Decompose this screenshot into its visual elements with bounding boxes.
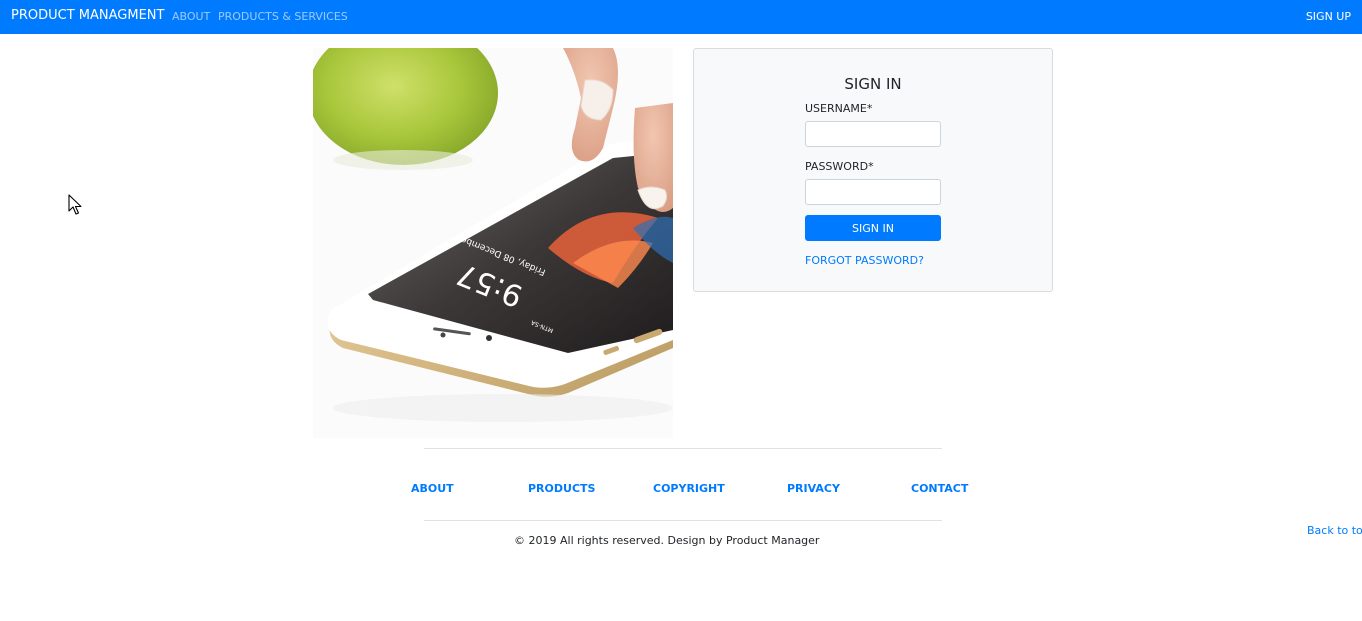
hero-image: 9:57 Friday, 08 December MTN-SA	[313, 48, 673, 438]
back-to-top-link[interactable]: Back to top	[1307, 524, 1362, 537]
footer-products-link[interactable]: PRODUCTS	[528, 482, 595, 495]
mouse-cursor-icon	[68, 194, 82, 215]
footer-divider-bottom	[424, 520, 942, 521]
username-input[interactable]	[805, 121, 941, 147]
phone-illustration: 9:57 Friday, 08 December MTN-SA	[313, 48, 673, 438]
password-input[interactable]	[805, 179, 941, 205]
footer-divider-top	[424, 448, 942, 449]
top-navbar: PRODUCT MANAGMENT ABOUT PRODUCTS & SERVI…	[0, 0, 1362, 34]
password-label: PASSWORD*	[805, 160, 874, 173]
signin-title: SIGN IN	[844, 75, 902, 93]
footer-contact-link[interactable]: CONTACT	[911, 482, 968, 495]
nav-products-services-link[interactable]: PRODUCTS & SERVICES	[218, 10, 348, 23]
footer-privacy-link[interactable]: PRIVACY	[787, 482, 840, 495]
brand-link[interactable]: PRODUCT MANAGMENT	[11, 8, 164, 23]
signin-card: SIGN IN USERNAME* PASSWORD* SIGN IN FORG…	[693, 48, 1053, 292]
forgot-password-link[interactable]: FORGOT PASSWORD?	[805, 254, 924, 267]
signup-link[interactable]: SIGN UP	[1306, 10, 1351, 23]
footer-about-link[interactable]: ABOUT	[411, 482, 454, 495]
footer-copyright-link[interactable]: COPYRIGHT	[653, 482, 725, 495]
nav-about-link[interactable]: ABOUT	[172, 10, 210, 23]
copyright-text: © 2019 All rights reserved. Design by Pr…	[514, 534, 820, 547]
signin-button[interactable]: SIGN IN	[805, 215, 941, 241]
username-label: USERNAME*	[805, 102, 873, 115]
